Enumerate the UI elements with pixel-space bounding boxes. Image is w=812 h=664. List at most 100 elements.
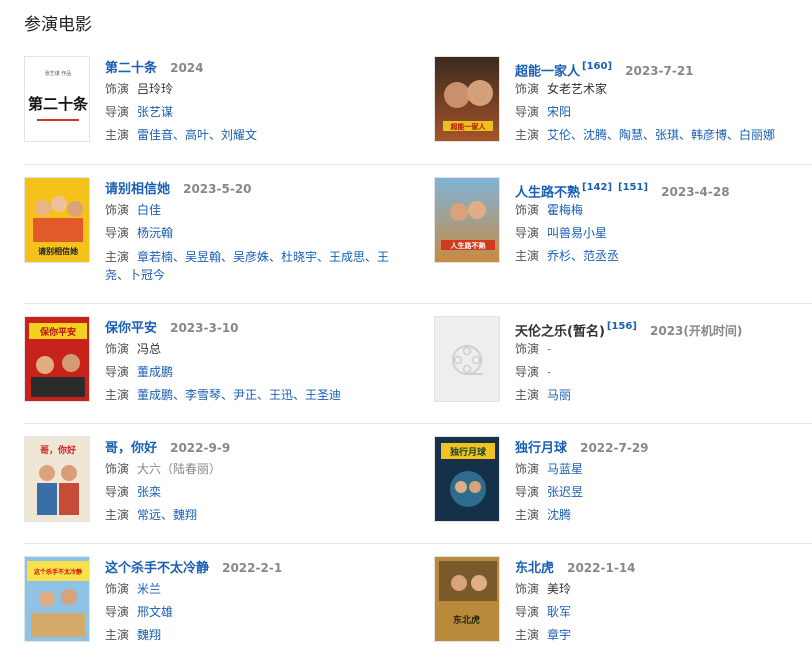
film-grid: 张艺谋 作品 第二十条 第二十条 2024 饰演 吕玲玲 导演 张艺谋 主演 雷佳音、… [24, 44, 812, 664]
film-title[interactable]: 保你平安 [105, 321, 157, 336]
director-link[interactable]: 张迟昱 [547, 485, 583, 499]
film-title[interactable]: 第二十条 [105, 61, 157, 76]
film-year: 2022-7-29 [580, 441, 649, 455]
film-title[interactable]: 独行月球 [515, 441, 567, 456]
role-value: - [547, 342, 552, 356]
film-year: 2022-2-1 [222, 561, 283, 575]
film-poster[interactable]: 独行月球 [434, 436, 500, 522]
film-year: 2023-4-28 [661, 185, 730, 200]
director-label: 导演 [105, 105, 130, 119]
director-link[interactable]: 宋阳 [547, 105, 571, 119]
film-row: 保你平安 保你平安 2023-3-10 饰演 冯总 导演 董成鹏 主演 董成鹏、李雪琴… [24, 304, 812, 424]
film-item: 超能一家人 超能一家人 [160] 2023-7-21 饰演 女老艺术家 导演 宋阳 … [434, 44, 812, 164]
director-link[interactable]: 邢文雄 [137, 605, 173, 619]
starring-label: 主演 [515, 128, 540, 142]
poster-title: 请别相信她 [38, 246, 78, 256]
citation-ref[interactable]: [151] [618, 182, 648, 193]
role-label: 饰演 [105, 82, 130, 96]
starring-links[interactable]: 马丽 [547, 388, 571, 402]
director-label: 导演 [105, 365, 130, 379]
film-poster[interactable]: 哥，你好 [24, 436, 90, 522]
film-title[interactable]: 这个杀手不太冷静 [105, 561, 209, 576]
film-row: 这个杀手不太冷静 这个杀手不太冷静 2022-2-1 饰演 米兰 导演 邢文雄 主演… [24, 544, 812, 664]
film-item: 请别相信她 请别相信她 2023-5-20 饰演 白佳 导演 杨沅翰 主演 章若楠、吴… [24, 165, 434, 303]
film-poster[interactable]: 保你平安 [24, 316, 90, 402]
role-value: 冯总 [137, 342, 162, 356]
starring-links[interactable]: 艾伦、沈腾、陶慧、张琪、韩彦博、白丽娜 [547, 128, 775, 142]
starring-links[interactable]: 章若楠、吴昱翰、吴彦姝、杜晓宇、王成思、王尧、卜冠今 [105, 250, 389, 282]
poster-title: 第二十条 [28, 95, 89, 113]
film-item: 人生路不熟 人生路不熟 [142] [151] 2023-4-28 饰演 霍梅梅 导演… [434, 165, 812, 303]
citation-ref[interactable]: [160] [582, 61, 612, 72]
poster-title: 这个杀手不太冷静 [34, 568, 82, 576]
poster-title: 哥，你好 [40, 444, 76, 456]
film-title[interactable]: 东北虎 [515, 561, 554, 576]
director-link[interactable]: 张栾 [137, 485, 161, 499]
starring-label: 主演 [515, 508, 540, 522]
role-value: 吕玲玲 [137, 82, 174, 96]
film-year: 2023-3-10 [170, 321, 239, 335]
director-label: 导演 [515, 105, 540, 119]
poster-title: 超能一家人 [451, 122, 487, 131]
film-poster[interactable]: 东北虎 [434, 556, 500, 642]
role-link[interactable]: 白佳 [137, 203, 161, 217]
role-link[interactable]: 马蓝星 [547, 462, 583, 476]
director-link[interactable]: 董成鹏 [137, 365, 173, 379]
role-label: 饰演 [515, 462, 540, 476]
starring-links[interactable]: 乔杉、范丞丞 [547, 249, 619, 263]
citation-ref[interactable]: [142] [582, 182, 612, 193]
film-poster[interactable]: 这个杀手不太冷静 [24, 556, 90, 642]
starring-links[interactable]: 董成鹏、李雪琴、尹正、王迅、王圣迪 [137, 388, 341, 402]
director-label: 导演 [105, 226, 130, 240]
film-title[interactable]: 请别相信她 [105, 182, 170, 197]
role-label: 饰演 [105, 342, 130, 356]
poster-title: 独行月球 [449, 446, 487, 458]
film-item: 独行月球 独行月球 2022-7-29 饰演 马蓝星 导演 张迟昱 主演 沈腾 [434, 424, 812, 543]
svg-text:张艺谋 作品: 张艺谋 作品 [45, 70, 72, 77]
film-poster[interactable]: 请别相信她 [24, 177, 90, 263]
film-year: 2022-1-14 [567, 561, 636, 575]
starring-label: 主演 [515, 628, 540, 642]
director-label: 导演 [105, 485, 130, 499]
film-poster[interactable]: 人生路不熟 [434, 177, 500, 263]
director-label: 导演 [515, 226, 540, 240]
film-year: 2023(开机时间) [650, 324, 743, 339]
starring-links[interactable]: 沈腾 [547, 508, 571, 522]
film-poster[interactable]: 超能一家人 [434, 56, 500, 142]
role-link[interactable]: 霍梅梅 [547, 203, 583, 217]
director-label: 导演 [515, 605, 540, 619]
starring-links[interactable]: 魏翔 [137, 628, 161, 642]
starring-links[interactable]: 常远、魏翔 [137, 508, 197, 522]
starring-label: 主演 [105, 128, 130, 142]
director-link[interactable]: 杨沅翰 [137, 226, 173, 240]
film-poster-placeholder [434, 316, 500, 402]
film-year: 2022-9-9 [170, 441, 231, 455]
film-poster[interactable]: 张艺谋 作品 第二十条 [24, 56, 90, 142]
starring-links[interactable]: 章宇 [547, 628, 571, 642]
citation-ref[interactable]: [156] [607, 321, 637, 332]
film-item: 这个杀手不太冷静 这个杀手不太冷静 2022-2-1 饰演 米兰 导演 邢文雄 主演… [24, 544, 434, 664]
starring-label: 主演 [105, 250, 130, 264]
poster-title: 东北虎 [453, 614, 480, 626]
starring-label: 主演 [105, 508, 130, 522]
role-label: 饰演 [105, 462, 130, 476]
film-row: 哥，你好 哥，你好 2022-9-9 饰演 大六（陆春丽） 导演 张栾 主演 常远、魏… [24, 424, 812, 544]
role-label: 饰演 [105, 203, 130, 217]
role-label: 饰演 [515, 582, 540, 596]
role-value: 美玲 [547, 582, 572, 596]
film-year: 2024 [170, 61, 204, 75]
director-link[interactable]: 耿军 [547, 605, 571, 619]
role-label: 饰演 [515, 82, 540, 96]
starring-links[interactable]: 雷佳音、高叶、刘耀文 [137, 128, 257, 142]
starring-label: 主演 [105, 388, 130, 402]
director-label: 导演 [105, 605, 130, 619]
role-label: 饰演 [105, 582, 130, 596]
film-reel-icon [435, 317, 499, 401]
director-label: 导演 [515, 485, 540, 499]
director-link[interactable]: 张艺谋 [137, 105, 173, 119]
role-link[interactable]: 米兰 [137, 582, 161, 596]
film-title[interactable]: 哥，你好 [105, 441, 157, 456]
starring-label: 主演 [515, 249, 540, 263]
role-label: 饰演 [515, 342, 540, 356]
director-link[interactable]: 叫兽易小星 [547, 226, 607, 240]
